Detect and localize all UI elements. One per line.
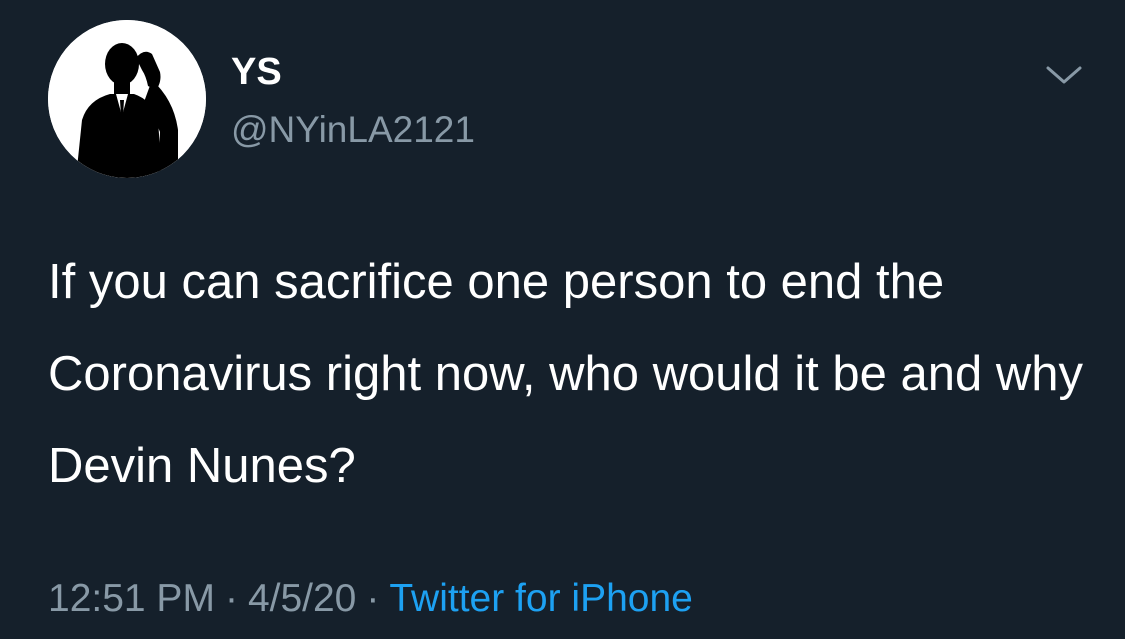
tweet-meta: 12:51 PM · 4/5/20 · Twitter for iPhone [48, 575, 693, 623]
tweet-time: 12:51 PM [48, 577, 215, 620]
more-options-button[interactable] [1040, 58, 1088, 94]
author-handle[interactable]: @NYinLA2121 [231, 108, 475, 152]
chevron-down-icon [1046, 66, 1082, 84]
tweet-date: 4/5/20 [247, 577, 357, 620]
avatar[interactable] [48, 20, 206, 178]
meta-separator: · [366, 577, 380, 620]
meta-separator: · [224, 577, 238, 620]
silhouette-man-on-phone-icon [48, 20, 206, 178]
tweet-text: If you can sacrifice one person to end t… [48, 255, 1084, 493]
author-display-name[interactable]: YS [231, 50, 282, 94]
tweet-source-link[interactable]: Twitter for iPhone [389, 577, 692, 620]
tweet-card: YS @NYinLA2121 If you can sacrifice one … [0, 0, 1125, 639]
